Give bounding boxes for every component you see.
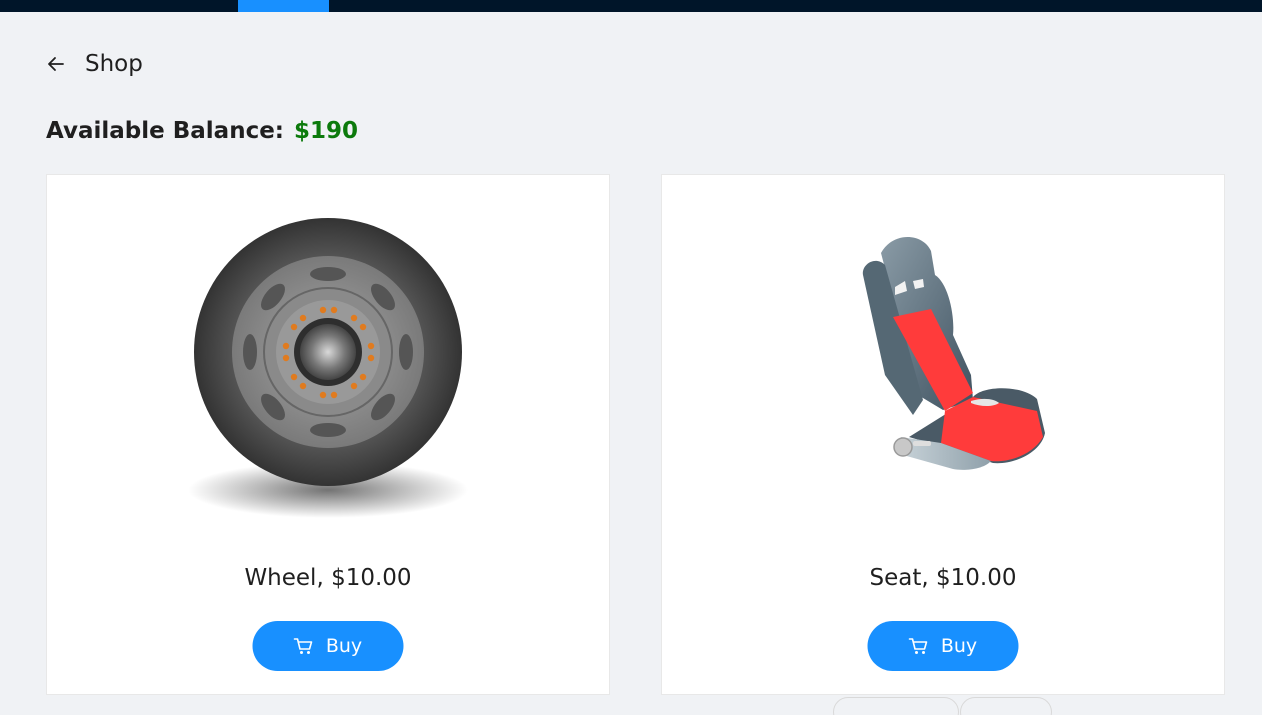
- wheel-image: [188, 218, 468, 518]
- pagination-button[interactable]: [960, 697, 1052, 715]
- active-nav-indicator[interactable]: [238, 0, 329, 12]
- buy-button-label: Buy: [325, 635, 363, 657]
- top-navigation-bar: [0, 0, 1262, 12]
- product-card-wheel: Wheel, $10.00 Buy: [46, 174, 610, 695]
- available-balance: Available Balance: $190: [46, 118, 358, 144]
- page-title: Shop: [85, 51, 143, 77]
- page-header: Shop: [46, 48, 143, 80]
- buy-wheel-button[interactable]: Buy: [252, 621, 404, 671]
- product-image: [662, 175, 1224, 535]
- buy-seat-button[interactable]: Buy: [867, 621, 1019, 671]
- buy-button-label: Buy: [940, 635, 978, 657]
- back-button[interactable]: [46, 54, 66, 74]
- product-card-seat: Seat, $10.00 Buy: [661, 174, 1225, 695]
- balance-value: $190: [294, 118, 359, 144]
- shopping-cart-icon: [909, 637, 929, 655]
- balance-label: Available Balance:: [46, 118, 284, 144]
- seat-image: [862, 237, 1045, 470]
- arrow-left-icon: [48, 57, 64, 71]
- pagination-button[interactable]: [833, 697, 959, 715]
- product-title: Seat, $10.00: [869, 565, 1017, 591]
- product-image: [47, 175, 609, 535]
- shopping-cart-icon: [294, 637, 314, 655]
- product-title: Wheel, $10.00: [244, 565, 412, 591]
